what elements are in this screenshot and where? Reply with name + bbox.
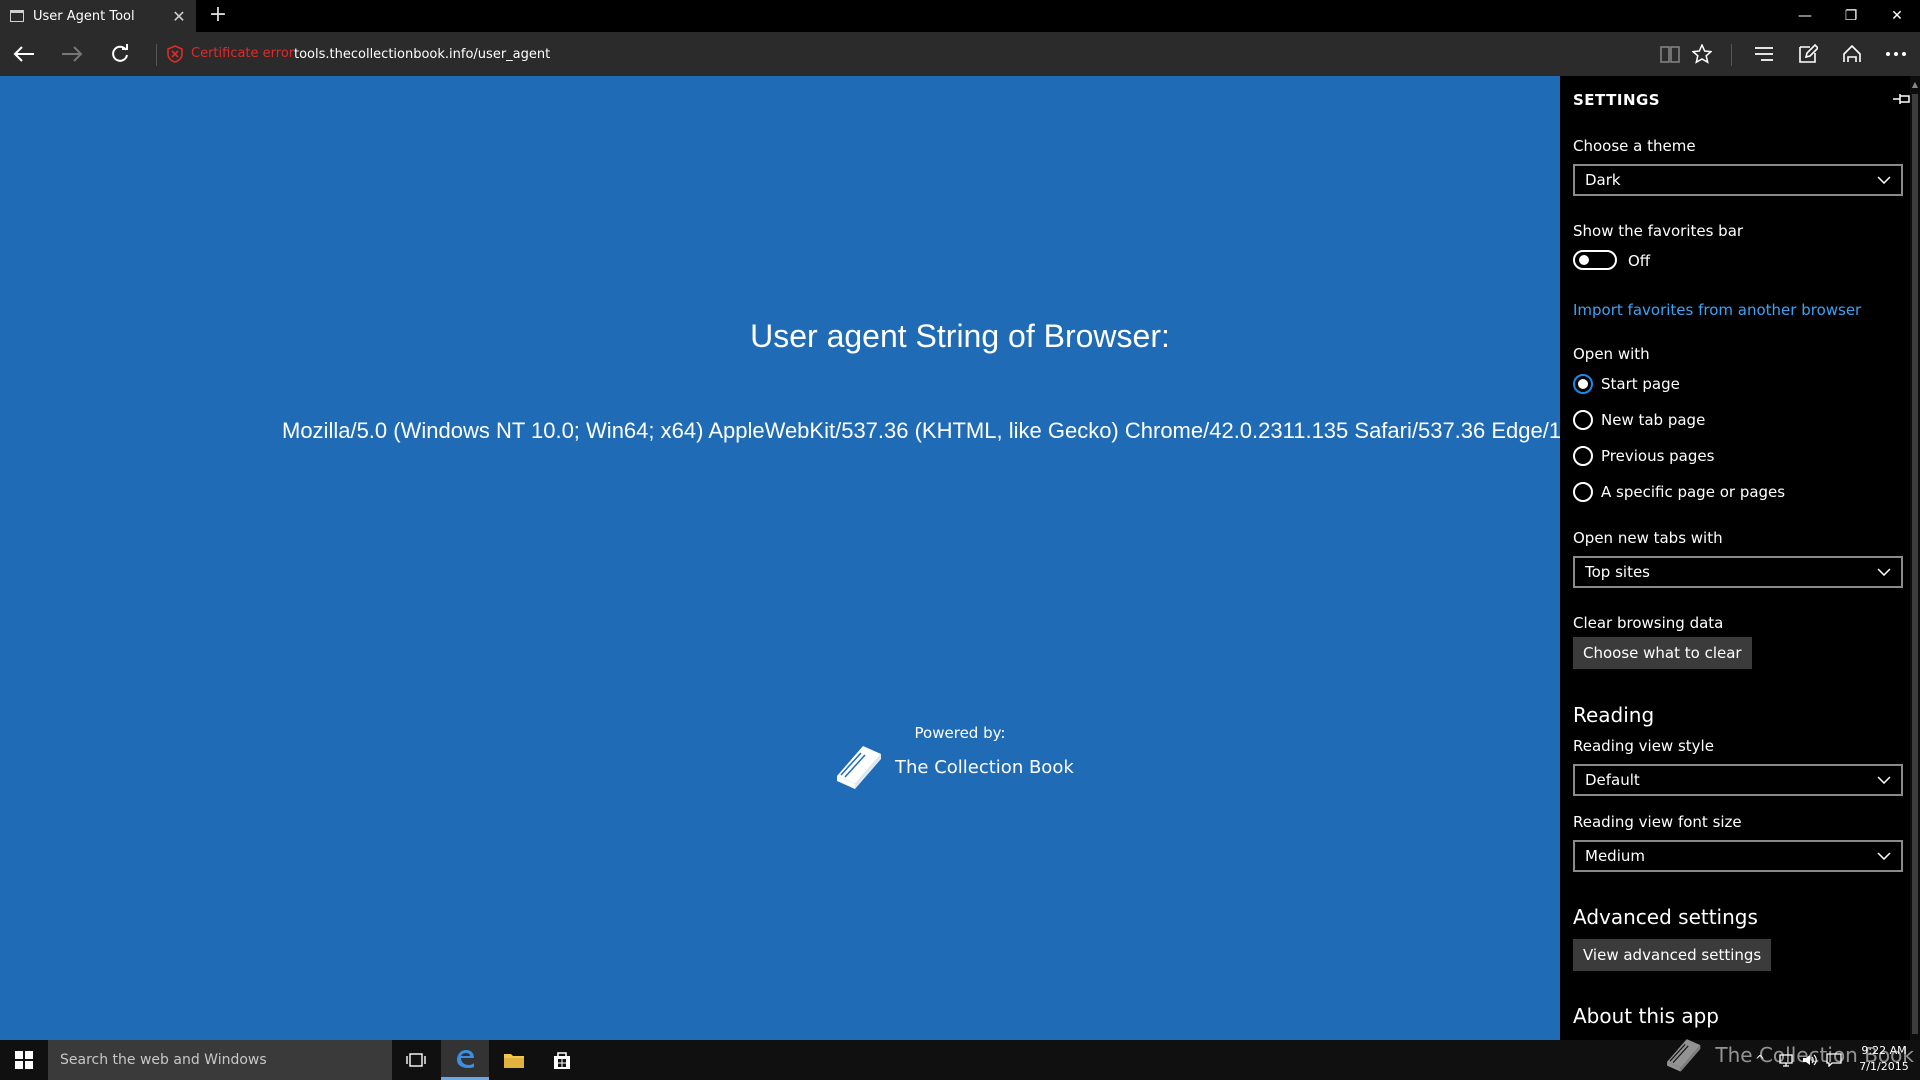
scrollbar-thumb[interactable] — [1912, 94, 1918, 1034]
theme-label: Choose a theme — [1573, 137, 1696, 155]
pen-note-icon — [1799, 44, 1818, 63]
radio-start-page[interactable] — [1573, 374, 1593, 394]
task-view-icon — [406, 1053, 426, 1067]
forward-button[interactable] — [48, 32, 96, 76]
brand-link[interactable]: The Collection Book — [833, 742, 1074, 792]
import-favorites-link[interactable]: Import favorites from another browser — [1573, 301, 1861, 319]
radio-label-previous-pages[interactable]: Previous pages — [1601, 447, 1714, 465]
web-note-button[interactable] — [1788, 32, 1828, 76]
chevron-down-icon — [1877, 852, 1891, 860]
close-tab-icon[interactable]: ✕ — [168, 7, 190, 26]
favorites-bar-label: Show the favorites bar — [1573, 222, 1744, 240]
chevron-down-icon — [1877, 776, 1891, 784]
hub-button[interactable] — [1744, 32, 1784, 76]
back-button[interactable] — [0, 32, 48, 76]
brand-name: The Collection Book — [895, 756, 1074, 778]
taskbar-search-box[interactable]: Search the web and Windows — [48, 1040, 392, 1080]
certificate-error-label[interactable]: Certificate error — [191, 46, 294, 61]
radio-label-specific-pages[interactable]: A specific page or pages — [1601, 483, 1785, 501]
watermark: The Collection Book — [1664, 1030, 1914, 1080]
choose-what-to-clear-button[interactable]: Choose what to clear — [1573, 637, 1752, 669]
folder-icon — [504, 1054, 524, 1068]
theme-dropdown[interactable]: Dark — [1573, 164, 1903, 196]
forward-arrow-icon — [62, 46, 83, 62]
watermark-book-icon — [1667, 1039, 1701, 1072]
open-with-label: Open with — [1573, 345, 1650, 363]
web-page-content: User agent String of Browser: Mozilla/5.… — [0, 76, 1560, 1040]
radio-label-new-tab-page[interactable]: New tab page — [1601, 411, 1705, 429]
refresh-button[interactable] — [96, 32, 144, 76]
minimize-button[interactable]: — — [1782, 0, 1828, 32]
advanced-heading: Advanced settings — [1573, 905, 1758, 929]
reading-font-dropdown[interactable]: Medium — [1573, 840, 1903, 872]
pin-icon[interactable] — [1890, 88, 1912, 110]
page-icon — [10, 10, 24, 22]
more-actions-button[interactable] — [1876, 32, 1916, 76]
toggle-knob — [1579, 255, 1589, 265]
page-heading: User agent String of Browser: — [750, 318, 1170, 354]
restore-button[interactable]: ❐ — [1828, 0, 1874, 32]
hub-icon — [1755, 47, 1773, 61]
browser-tab[interactable]: User Agent Tool ✕ — [0, 0, 196, 32]
nav-divider — [156, 44, 157, 66]
watermark-text: The Collection Book — [1715, 1043, 1914, 1067]
task-view-button[interactable] — [392, 1040, 440, 1080]
refresh-icon — [112, 44, 128, 62]
windows-logo-icon — [15, 1051, 33, 1069]
back-arrow-icon — [13, 46, 34, 62]
new-tabs-label: Open new tabs with — [1573, 529, 1723, 547]
new-tab-button[interactable]: + — [206, 2, 230, 30]
favorite-star-button[interactable] — [1682, 32, 1722, 76]
radio-label-start-page[interactable]: Start page — [1601, 375, 1680, 393]
share-button[interactable] — [1832, 32, 1872, 76]
reading-heading: Reading — [1573, 703, 1655, 727]
start-button[interactable] — [0, 1040, 48, 1080]
toolbar-divider — [1731, 44, 1732, 66]
settings-title: SETTINGS — [1573, 91, 1661, 109]
radio-specific-pages[interactable] — [1573, 482, 1593, 502]
chevron-down-icon — [1877, 568, 1891, 576]
store-bag-icon — [554, 1052, 570, 1069]
address-bar: Certificate error — [0, 32, 1920, 76]
clear-data-label: Clear browsing data — [1573, 614, 1724, 632]
reading-style-value: Default — [1585, 771, 1640, 789]
reading-font-label: Reading view font size — [1573, 813, 1742, 831]
about-heading: About this app — [1573, 1004, 1719, 1028]
shield-error-icon[interactable] — [166, 45, 184, 63]
book-logo-icon — [837, 746, 881, 789]
settings-panel: ▲ SETTINGS Choose a theme Dark Show the … — [1560, 76, 1920, 1040]
taskbar-store[interactable] — [538, 1040, 586, 1080]
radio-new-tab-page[interactable] — [1573, 410, 1593, 430]
taskbar-file-explorer[interactable] — [490, 1040, 538, 1080]
url-field[interactable] — [294, 44, 994, 64]
taskbar-edge[interactable] — [441, 1040, 489, 1080]
tab-title: User Agent Tool — [33, 8, 135, 24]
user-agent-string: Mozilla/5.0 (Windows NT 10.0; Win64; x64… — [282, 418, 1560, 443]
favorites-bar-state: Off — [1628, 252, 1651, 270]
radio-previous-pages[interactable] — [1573, 446, 1593, 466]
ellipsis-icon — [1886, 52, 1906, 56]
chevron-down-icon — [1877, 176, 1891, 184]
powered-by-label: Powered by: — [914, 724, 1006, 742]
edge-browser-icon — [457, 1049, 474, 1068]
reading-font-value: Medium — [1585, 847, 1645, 865]
view-advanced-settings-button[interactable]: View advanced settings — [1573, 939, 1772, 971]
new-tabs-dropdown[interactable]: Top sites — [1573, 556, 1903, 588]
share-icon — [1843, 44, 1861, 62]
star-icon — [1692, 44, 1712, 64]
reading-style-label: Reading view style — [1573, 737, 1714, 755]
reading-style-dropdown[interactable]: Default — [1573, 764, 1903, 796]
close-window-button[interactable]: ✕ — [1874, 0, 1920, 32]
title-bar: User Agent Tool ✕ + — ❐ ✕ — [0, 0, 1920, 32]
new-tabs-value: Top sites — [1585, 563, 1650, 581]
taskbar: Search the web and Windows ^ 9:22 AM 7/1… — [0, 1040, 1920, 1080]
theme-value: Dark — [1585, 171, 1621, 189]
favorites-bar-toggle[interactable] — [1573, 250, 1617, 270]
book-icon — [1660, 46, 1680, 63]
settings-scrollbar[interactable]: ▲ — [1910, 76, 1920, 1040]
